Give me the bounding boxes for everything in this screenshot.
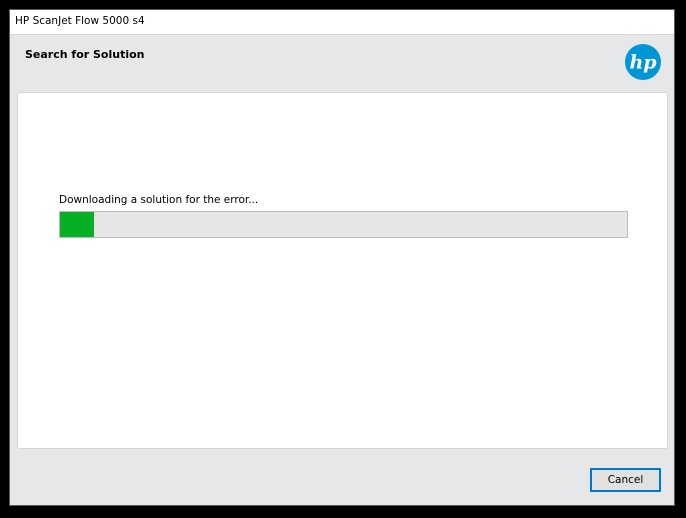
download-progress-bar: [59, 211, 628, 238]
title-bar[interactable]: HP ScanJet Flow 5000 s4: [10, 10, 674, 35]
content-panel: Downloading a solution for the error...: [17, 92, 668, 449]
status-message: Downloading a solution for the error...: [59, 194, 259, 206]
dialog-window: HP ScanJet Flow 5000 s4 Search for Solut…: [9, 9, 675, 506]
hp-logo-icon: hp: [625, 44, 661, 80]
progress-fill: [60, 212, 95, 237]
page-title: Search for Solution: [25, 48, 145, 61]
window-title: HP ScanJet Flow 5000 s4: [15, 15, 145, 27]
svg-text:hp: hp: [629, 52, 657, 74]
cancel-button[interactable]: Cancel: [590, 468, 661, 492]
